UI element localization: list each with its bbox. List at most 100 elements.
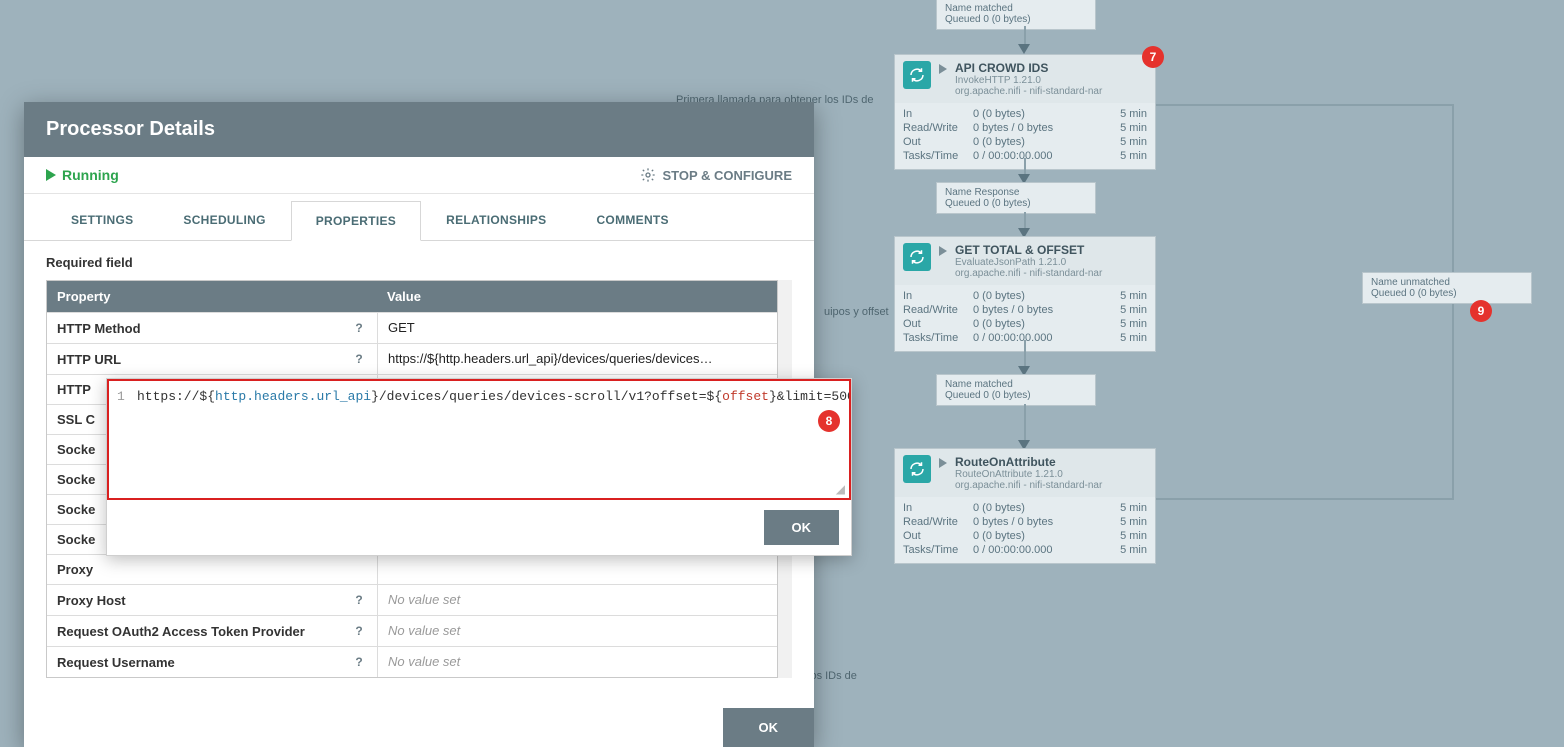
processor-icon [903, 61, 931, 89]
stat-window: 5 min [1107, 502, 1147, 514]
processor-node-api-crowd-ids[interactable]: API CROWD IDS InvokeHTTP 1.21.0 org.apac… [894, 54, 1156, 170]
stat-window: 5 min [1107, 530, 1147, 542]
stat-value: 0 (0 bytes) [973, 318, 1107, 330]
property-name: Proxy [57, 562, 93, 577]
tab-comments[interactable]: COMMENTS [571, 200, 693, 240]
property-name: Socke [57, 442, 95, 457]
table-row[interactable]: Proxy [47, 554, 777, 584]
stat-label: In [903, 502, 973, 514]
stop-configure-button[interactable]: STOP & CONFIGURE [640, 167, 792, 183]
stat-value: 0 (0 bytes) [973, 108, 1107, 120]
property-value[interactable]: No value set [377, 616, 777, 646]
stat-value: 0 / 00:00:00.000 [973, 150, 1107, 162]
annotation-badge: 8 [818, 410, 840, 432]
stat-value: 0 (0 bytes) [973, 502, 1107, 514]
table-row[interactable]: HTTP MethodGET [47, 312, 777, 343]
ok-button[interactable]: OK [764, 510, 840, 545]
connection-label[interactable]: Name matched Queued 0 (0 bytes) [936, 0, 1096, 30]
connection-label[interactable]: Name Response Queued 0 (0 bytes) [936, 182, 1096, 214]
column-header-property: Property [47, 281, 377, 312]
tabs: SETTINGS SCHEDULING PROPERTIES RELATIONS… [24, 200, 814, 241]
play-icon [46, 169, 56, 181]
tab-properties[interactable]: PROPERTIES [291, 201, 421, 241]
stat-label: Tasks/Time [903, 150, 973, 162]
annotation-badge: 7 [1142, 46, 1164, 68]
stat-label: Read/Write [903, 304, 973, 316]
url-editor-popup: 1 https://${http.headers.url_api}/device… [106, 378, 852, 556]
processor-title: API CROWD IDS [955, 61, 1102, 75]
stat-value: 0 / 00:00:00.000 [973, 544, 1107, 556]
help-icon[interactable] [351, 592, 367, 608]
connection-label[interactable]: Name unmatched Queued 0 (0 bytes) [1362, 272, 1532, 304]
stat-window: 5 min [1107, 150, 1147, 162]
property-value[interactable]: No value set [377, 647, 777, 677]
table-row[interactable]: Request OAuth2 Access Token ProviderNo v… [47, 615, 777, 646]
stat-label: In [903, 108, 973, 120]
processor-bundle: org.apache.nifi - nifi-standard-nar [955, 86, 1102, 97]
property-name: HTTP URL [57, 352, 121, 367]
property-value[interactable]: GET [377, 313, 777, 343]
property-name: Socke [57, 502, 95, 517]
stat-window: 5 min [1107, 290, 1147, 302]
help-icon[interactable] [351, 320, 367, 336]
connector-line [1024, 404, 1026, 444]
stat-value: 0 (0 bytes) [973, 136, 1107, 148]
url-text[interactable]: https://${http.headers.url_api}/devices/… [109, 381, 849, 412]
stat-window: 5 min [1107, 136, 1147, 148]
tab-scheduling[interactable]: SCHEDULING [158, 200, 290, 240]
column-header-value: Value [377, 281, 777, 312]
property-value[interactable] [377, 555, 777, 584]
gear-icon [640, 167, 656, 183]
play-icon [939, 458, 947, 468]
stat-label: Tasks/Time [903, 544, 973, 556]
line-number: 1 [117, 389, 125, 404]
connection-queued: Queued 0 (0 bytes) [945, 14, 1061, 25]
stat-window: 5 min [1107, 304, 1147, 316]
stat-value: 0 (0 bytes) [973, 530, 1107, 542]
stat-window: 5 min [1107, 122, 1147, 134]
property-value[interactable]: No value set [377, 585, 777, 615]
arrow-down-icon [1018, 44, 1030, 54]
stat-label: Read/Write [903, 516, 973, 528]
processor-node-route-on-attribute[interactable]: RouteOnAttribute RouteOnAttribute 1.21.0… [894, 448, 1156, 564]
property-value[interactable]: https://${http.headers.url_api}/devices/… [377, 344, 777, 374]
processor-type: RouteOnAttribute 1.21.0 [955, 469, 1102, 480]
processor-bundle: org.apache.nifi - nifi-standard-nar [955, 480, 1102, 491]
stat-label: Tasks/Time [903, 332, 973, 344]
tab-settings[interactable]: SETTINGS [46, 200, 158, 240]
processor-type: EvaluateJsonPath 1.21.0 [955, 257, 1102, 268]
property-name: SSL C [57, 412, 95, 427]
connector-line [1156, 498, 1454, 500]
stat-window: 5 min [1107, 318, 1147, 330]
stat-window: 5 min [1107, 108, 1147, 120]
connection-name: Name Response [945, 187, 1061, 198]
processor-icon [903, 455, 931, 483]
stat-label: Out [903, 318, 973, 330]
processor-node-get-total-offset[interactable]: GET TOTAL & OFFSET EvaluateJsonPath 1.21… [894, 236, 1156, 352]
connection-name: Name matched [945, 379, 1061, 390]
bg-caption: uipos y offset [824, 306, 889, 318]
table-row[interactable]: Request Username No value set [47, 646, 777, 677]
connection-queued: Queued 0 (0 bytes) [945, 198, 1061, 209]
help-icon[interactable] [351, 654, 367, 670]
stat-window: 5 min [1107, 544, 1147, 556]
table-row[interactable]: Proxy Host No value set [47, 584, 777, 615]
url-editor[interactable]: 1 https://${http.headers.url_api}/device… [107, 379, 851, 500]
connection-name: Name unmatched [1371, 277, 1497, 288]
help-icon[interactable] [351, 623, 367, 639]
play-icon [939, 246, 947, 256]
table-row[interactable]: HTTP URL https://${http.headers.url_api}/… [47, 343, 777, 374]
connection-label[interactable]: Name matched Queued 0 (0 bytes) [936, 374, 1096, 406]
stat-label: In [903, 290, 973, 302]
required-field-label: Required field [46, 255, 792, 270]
ok-button[interactable]: OK [723, 708, 815, 747]
property-name: Proxy Host [57, 593, 126, 608]
property-name: Request Username [57, 655, 175, 670]
tab-relationships[interactable]: RELATIONSHIPS [421, 200, 571, 240]
annotation-badge: 9 [1470, 300, 1492, 322]
help-icon[interactable] [351, 351, 367, 367]
processor-bundle: org.apache.nifi - nifi-standard-nar [955, 268, 1102, 279]
connection-queued: Queued 0 (0 bytes) [945, 390, 1061, 401]
resize-handle-icon[interactable]: ◢ [109, 482, 849, 498]
play-icon [939, 64, 947, 74]
